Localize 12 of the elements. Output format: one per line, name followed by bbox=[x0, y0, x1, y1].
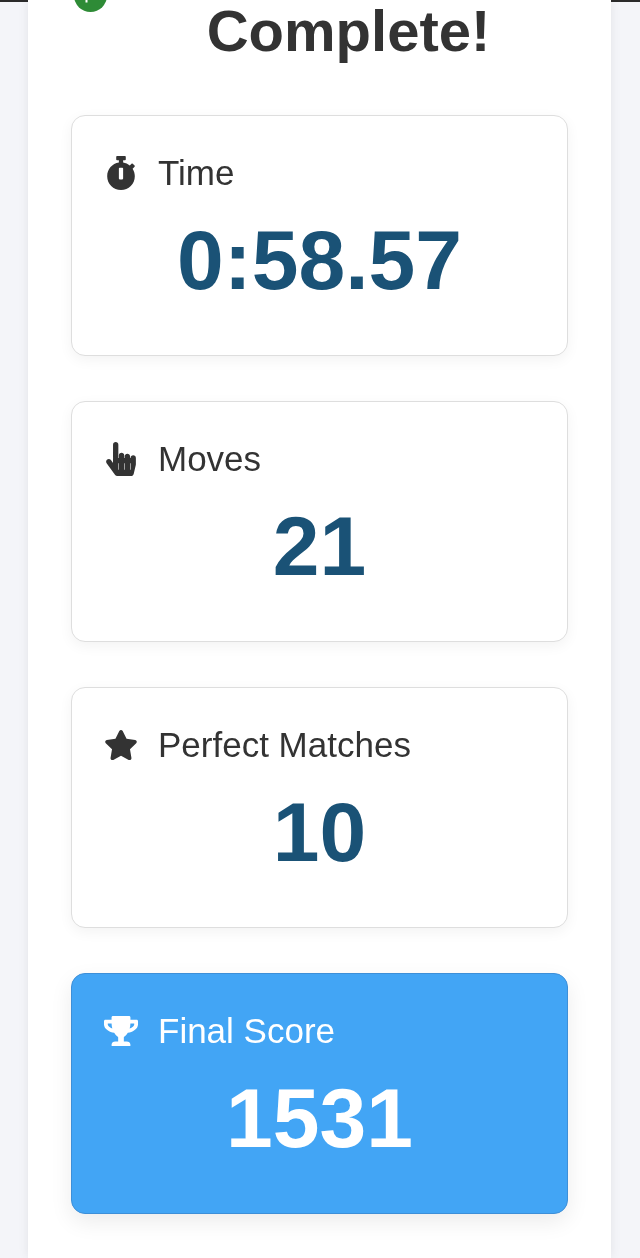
stat-value: 1531 bbox=[225, 1076, 414, 1160]
star-icon bbox=[104, 727, 138, 762]
stat-label: Moves bbox=[158, 441, 262, 476]
stat-value: 0:58.57 bbox=[176, 218, 463, 302]
stat-label: Time bbox=[158, 155, 235, 190]
trophy-icon bbox=[104, 1013, 138, 1048]
stat-label: Final Score bbox=[158, 1013, 336, 1048]
pointing-hand-icon bbox=[104, 441, 138, 476]
stat-value: 21 bbox=[271, 504, 368, 588]
stopwatch-icon bbox=[104, 155, 138, 190]
stat-label: Perfect Matches bbox=[158, 727, 411, 762]
stat-value: 10 bbox=[271, 790, 368, 874]
